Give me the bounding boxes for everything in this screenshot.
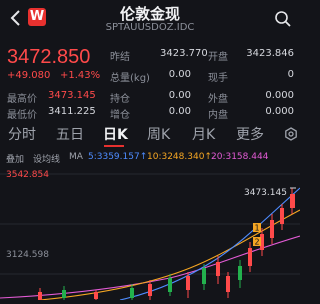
ma10-value: 10:3248.340↑ bbox=[147, 152, 212, 162]
page-title: 伦敦金现 bbox=[119, 5, 180, 23]
tab-five-day[interactable]: 五日 bbox=[56, 124, 84, 144]
event-marker-1[interactable]: 1 bbox=[253, 223, 261, 233]
high-label: 最高价 bbox=[7, 94, 37, 105]
kline-svg: 1 2 bbox=[0, 173, 301, 301]
volume-label: 总量(kg) bbox=[110, 73, 150, 84]
outer-vol-label: 外盘 bbox=[208, 94, 228, 105]
high-price-label: 3473.145 bbox=[244, 188, 287, 198]
tab-weekly-k[interactable]: 周K bbox=[147, 124, 170, 144]
last-price: 3472.850 bbox=[7, 46, 91, 68]
inner-vol-label: 内盘 bbox=[208, 110, 228, 121]
current-lot-label: 现手 bbox=[208, 73, 228, 84]
tab-more[interactable]: 更多 bbox=[236, 124, 264, 144]
marker-1-label: 1 bbox=[254, 224, 259, 233]
top-bar: W 伦敦金现 SPTAUUSDOZ.IDC bbox=[0, 0, 300, 38]
ma5-value: 5:3359.157↑ bbox=[88, 152, 148, 162]
outer-vol-value: 0.000 bbox=[265, 90, 294, 101]
symbol-code: SPTAUUSDOZ.IDC bbox=[105, 22, 195, 33]
low-value: 3411.225 bbox=[48, 106, 96, 117]
open-interest-value: 0.00 bbox=[168, 90, 191, 101]
add-position-label: 增仓 bbox=[110, 110, 130, 121]
open-interest-label: 持仓 bbox=[110, 94, 130, 105]
search-icon[interactable] bbox=[274, 10, 292, 28]
event-marker-2[interactable]: 2 bbox=[253, 237, 261, 247]
ma-label: MA bbox=[69, 152, 83, 162]
marker-2-label: 2 bbox=[254, 238, 259, 247]
settings-icon[interactable] bbox=[284, 126, 298, 141]
volume-value: 0.00 bbox=[168, 69, 191, 80]
period-tabs: 分时 五日 日K 周K 月K 更多 bbox=[0, 124, 300, 147]
open-value: 3423.846 bbox=[246, 48, 294, 59]
y-axis-mid-label: 3124.598 bbox=[6, 250, 49, 260]
open-label: 开盘 bbox=[208, 52, 228, 63]
inner-vol-value: 0.000 bbox=[265, 106, 294, 117]
tab-intraday[interactable]: 分时 bbox=[8, 124, 36, 144]
kline-chart[interactable]: 1 2 3542.854 3124.598 3473.145 bbox=[0, 164, 301, 301]
add-position-value: 0.00 bbox=[168, 106, 191, 117]
tab-monthly-k[interactable]: 月K bbox=[192, 124, 215, 144]
y-axis-top-label: 3542.854 bbox=[6, 170, 49, 180]
current-lot-value: 0 bbox=[287, 69, 294, 80]
price-change: +49.080 bbox=[7, 70, 51, 81]
high-value: 3473.145 bbox=[48, 90, 96, 101]
prev-settle-label: 昨结 bbox=[110, 52, 130, 63]
low-label: 最低价 bbox=[7, 110, 37, 121]
prev-settle-value: 3423.770 bbox=[160, 48, 208, 59]
price-change-pct: +1.43% bbox=[60, 70, 101, 81]
tab-daily-k[interactable]: 日K bbox=[103, 124, 128, 144]
active-tab-underline bbox=[104, 145, 124, 147]
ma20-value: 20:3158.444 bbox=[211, 152, 269, 162]
